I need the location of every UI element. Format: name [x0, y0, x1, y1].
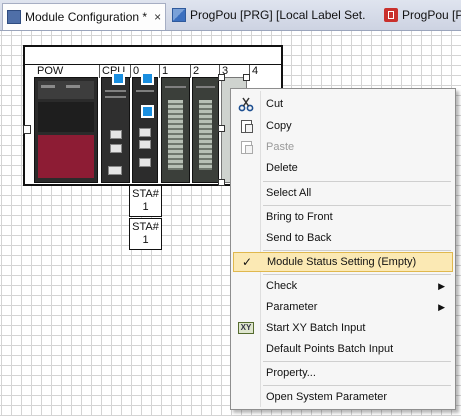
menu-separator	[263, 274, 451, 275]
copy-icon	[236, 117, 256, 135]
module-stripe	[136, 90, 154, 92]
tab-label: ProgPou [PR	[402, 8, 461, 22]
station-label: STA#	[132, 188, 159, 200]
selection-handle[interactable]	[218, 74, 225, 81]
menu-item-label: Select All	[266, 187, 312, 199]
slot-label-4: 4	[249, 65, 258, 78]
menu-item-select-all[interactable]: Select All	[233, 183, 453, 203]
menu-item-property[interactable]: Property...	[233, 363, 453, 383]
status-indicator-icon	[112, 72, 125, 85]
paste-icon	[236, 138, 256, 156]
menu-item-delete[interactable]: Delete	[233, 158, 453, 178]
power-red-panel	[38, 135, 94, 178]
menu-item-copy[interactable]: Copy	[233, 116, 453, 136]
menu-item-check[interactable]: Check ▶	[233, 276, 453, 296]
tab-label: ProgPou [PRG] [Local Label Set...	[190, 8, 366, 22]
program-red-icon	[384, 8, 398, 22]
menu-item-parameter[interactable]: Parameter ▶	[233, 297, 453, 317]
menu-item-label: Property...	[266, 367, 316, 379]
menu-item-label: Delete	[266, 162, 298, 174]
xy-batch-icon: XY	[236, 319, 256, 337]
check-icon: ✓	[241, 255, 253, 269]
context-menu: Cut Copy Paste Delete Select All Bring t…	[230, 88, 456, 410]
tab-progpou-prg[interactable]: ProgPou [PR	[380, 3, 461, 27]
menu-item-label: Default Points Batch Input	[266, 343, 394, 355]
status-indicator-icon	[141, 72, 154, 85]
selection-handle[interactable]	[218, 179, 225, 186]
menu-item-label: Check	[266, 280, 298, 292]
menu-item-label: Start XY Batch Input	[266, 322, 366, 334]
cpu-module[interactable]	[101, 72, 130, 183]
submenu-arrow-icon: ▶	[438, 280, 445, 291]
station-value: 1	[142, 234, 149, 246]
module-stripe	[105, 96, 126, 98]
module-slot-0[interactable]	[132, 72, 158, 183]
menu-item-paste[interactable]: Paste	[233, 137, 453, 157]
power-supply-module[interactable]	[34, 77, 98, 183]
port-icon	[139, 140, 151, 149]
menu-item-start-xy-batch-input[interactable]: XY Start XY Batch Input	[233, 318, 453, 338]
program-icon	[172, 8, 186, 22]
port-icon	[110, 130, 122, 139]
power-top-panel	[38, 81, 94, 99]
terminal-block	[168, 100, 183, 170]
module-slot-1[interactable]	[161, 77, 190, 183]
station-value: 1	[142, 201, 149, 213]
menu-item-label: Paste	[266, 141, 295, 153]
menu-item-cut[interactable]: Cut	[233, 94, 453, 114]
port-icon	[139, 128, 151, 137]
terminal-block	[199, 100, 212, 170]
menu-item-label: Open System Parameter	[266, 391, 388, 403]
menu-item-open-system-parameter[interactable]: Open System Parameter	[233, 387, 453, 407]
menu-item-label: Cut	[266, 98, 284, 110]
submenu-arrow-icon: ▶	[438, 301, 445, 312]
menu-item-module-status-setting[interactable]: ✓ Module Status Setting (Empty)	[233, 252, 453, 272]
rack-edge-marker	[23, 125, 31, 134]
menu-item-label: Parameter	[266, 301, 318, 313]
menu-item-label: Send to Back	[266, 232, 332, 244]
menu-separator	[263, 385, 451, 386]
menu-separator	[263, 205, 451, 206]
tab-progpou-local-label[interactable]: ProgPou [PRG] [Local Label Set...	[168, 3, 366, 27]
module-stripe	[165, 86, 186, 88]
tab-module-configuration[interactable]: Module Configuration * ×	[2, 3, 166, 30]
menu-separator	[263, 361, 451, 362]
module-stripe	[196, 86, 215, 88]
menu-item-default-points-batch-input[interactable]: Default Points Batch Input	[233, 339, 453, 359]
station-number-box: STA# 1	[129, 218, 162, 250]
scissors-icon	[236, 95, 256, 113]
station-number-box: STA# 1	[129, 185, 162, 217]
module-stripe	[105, 90, 126, 92]
menu-item-label: Bring to Front	[266, 211, 333, 223]
module-slot-2[interactable]	[192, 77, 219, 183]
tab-label: Module Configuration *	[25, 10, 148, 24]
selection-handle[interactable]	[218, 125, 225, 132]
close-tab-icon[interactable]: ×	[154, 10, 161, 24]
menu-separator	[263, 250, 451, 251]
port-icon	[108, 166, 122, 175]
power-mid-panel	[38, 102, 94, 132]
port-icon	[110, 144, 122, 153]
module-config-icon	[7, 10, 21, 24]
menu-separator	[263, 181, 451, 182]
port-icon	[139, 158, 151, 167]
status-indicator-icon	[141, 105, 154, 118]
station-label: STA#	[132, 221, 159, 233]
menu-item-send-to-back[interactable]: Send to Back	[233, 228, 453, 248]
menu-item-bring-to-front[interactable]: Bring to Front	[233, 207, 453, 227]
menu-item-label: Module Status Setting (Empty)	[267, 256, 417, 268]
selection-handle[interactable]	[243, 74, 250, 81]
document-tab-strip: Module Configuration * × ProgPou [PRG] […	[0, 0, 461, 31]
menu-item-label: Copy	[266, 120, 292, 132]
